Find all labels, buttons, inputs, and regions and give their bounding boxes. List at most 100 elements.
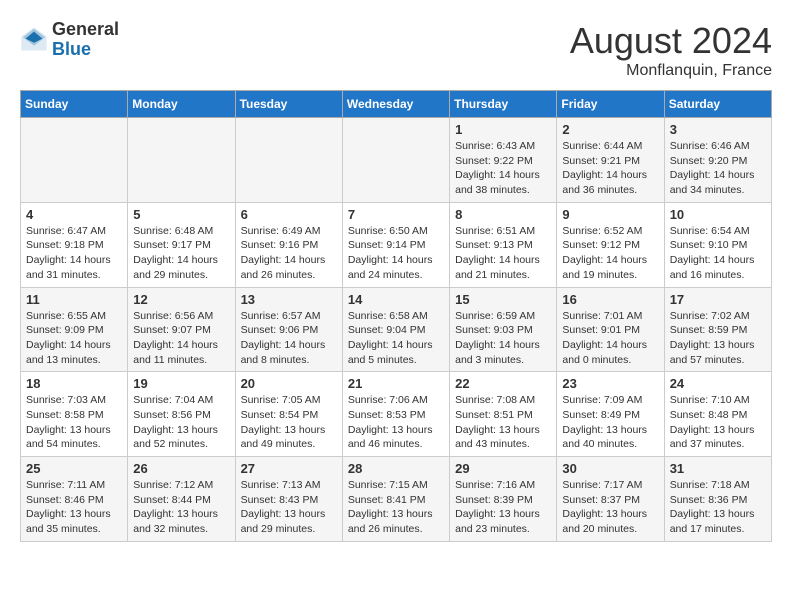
calendar-day-cell: 21 Sunrise: 7:06 AM Sunset: 8:53 PM Dayli… <box>342 372 449 457</box>
calendar-day-cell: 3 Sunrise: 6:46 AM Sunset: 9:20 PM Daylig… <box>664 118 771 203</box>
calendar-day-cell: 10 Sunrise: 6:54 AM Sunset: 9:10 PM Dayli… <box>664 202 771 287</box>
calendar-day-cell <box>342 118 449 203</box>
day-detail: Sunrise: 7:15 AM Sunset: 8:41 PM Dayligh… <box>348 478 444 537</box>
day-detail: Sunrise: 6:56 AM Sunset: 9:07 PM Dayligh… <box>133 309 229 368</box>
day-number: 31 <box>670 461 766 476</box>
calendar-table: Sunday Monday Tuesday Wednesday Thursday… <box>20 90 772 542</box>
header-wednesday: Wednesday <box>342 91 449 118</box>
day-number: 20 <box>241 376 337 391</box>
header-monday: Monday <box>128 91 235 118</box>
day-number: 21 <box>348 376 444 391</box>
day-detail: Sunrise: 7:05 AM Sunset: 8:54 PM Dayligh… <box>241 393 337 452</box>
calendar-week-row: 11Sunrise: 6:55 AM Sunset: 9:09 PM Dayli… <box>21 287 772 372</box>
day-number: 25 <box>26 461 122 476</box>
header-tuesday: Tuesday <box>235 91 342 118</box>
calendar-day-cell <box>128 118 235 203</box>
day-number: 22 <box>455 376 551 391</box>
day-detail: Sunrise: 7:10 AM Sunset: 8:48 PM Dayligh… <box>670 393 766 452</box>
day-detail: Sunrise: 6:57 AM Sunset: 9:06 PM Dayligh… <box>241 309 337 368</box>
day-detail: Sunrise: 7:02 AM Sunset: 8:59 PM Dayligh… <box>670 309 766 368</box>
calendar-day-cell: 19 Sunrise: 7:04 AM Sunset: 8:56 PM Dayli… <box>128 372 235 457</box>
day-detail: Sunrise: 7:18 AM Sunset: 8:36 PM Dayligh… <box>670 478 766 537</box>
day-detail: Sunrise: 6:51 AM Sunset: 9:13 PM Dayligh… <box>455 224 551 283</box>
calendar-day-cell <box>21 118 128 203</box>
calendar-day-cell: 26Sunrise: 7:12 AM Sunset: 8:44 PM Dayli… <box>128 457 235 542</box>
header-sunday: Sunday <box>21 91 128 118</box>
day-number: 1 <box>455 122 551 137</box>
logo-blue-text: Blue <box>52 40 119 60</box>
calendar-day-cell: 2 Sunrise: 6:44 AM Sunset: 9:21 PM Daylig… <box>557 118 664 203</box>
logo-general-text: General <box>52 20 119 40</box>
day-number: 13 <box>241 292 337 307</box>
day-detail: Sunrise: 6:50 AM Sunset: 9:14 PM Dayligh… <box>348 224 444 283</box>
day-number: 15 <box>455 292 551 307</box>
calendar-day-cell: 4 Sunrise: 6:47 AM Sunset: 9:18 PM Daylig… <box>21 202 128 287</box>
day-detail: Sunrise: 6:49 AM Sunset: 9:16 PM Dayligh… <box>241 224 337 283</box>
calendar-day-cell: 18 Sunrise: 7:03 AM Sunset: 8:58 PM Dayli… <box>21 372 128 457</box>
calendar-day-cell: 6 Sunrise: 6:49 AM Sunset: 9:16 PM Daylig… <box>235 202 342 287</box>
calendar-body: 1 Sunrise: 6:43 AM Sunset: 9:22 PM Daylig… <box>21 118 772 542</box>
day-number: 10 <box>670 207 766 222</box>
day-number: 9 <box>562 207 658 222</box>
weekday-header-row: Sunday Monday Tuesday Wednesday Thursday… <box>21 91 772 118</box>
header-thursday: Thursday <box>450 91 557 118</box>
day-number: 3 <box>670 122 766 137</box>
day-detail: Sunrise: 7:11 AM Sunset: 8:46 PM Dayligh… <box>26 478 122 537</box>
day-number: 4 <box>26 207 122 222</box>
calendar-day-cell: 29 Sunrise: 7:16 AM Sunset: 8:39 PM Dayli… <box>450 457 557 542</box>
day-number: 16 <box>562 292 658 307</box>
day-number: 18 <box>26 376 122 391</box>
header-saturday: Saturday <box>664 91 771 118</box>
calendar-day-cell: 24 Sunrise: 7:10 AM Sunset: 8:48 PM Dayli… <box>664 372 771 457</box>
calendar-day-cell: 12Sunrise: 6:56 AM Sunset: 9:07 PM Dayli… <box>128 287 235 372</box>
day-detail: Sunrise: 6:48 AM Sunset: 9:17 PM Dayligh… <box>133 224 229 283</box>
calendar-day-cell: 16 Sunrise: 7:01 AM Sunset: 9:01 PM Dayli… <box>557 287 664 372</box>
calendar-day-cell: 9Sunrise: 6:52 AM Sunset: 9:12 PM Daylig… <box>557 202 664 287</box>
calendar-header: Sunday Monday Tuesday Wednesday Thursday… <box>21 91 772 118</box>
day-detail: Sunrise: 7:13 AM Sunset: 8:43 PM Dayligh… <box>241 478 337 537</box>
calendar-day-cell: 22Sunrise: 7:08 AM Sunset: 8:51 PM Dayli… <box>450 372 557 457</box>
logo: General Blue <box>20 20 119 60</box>
day-detail: Sunrise: 6:54 AM Sunset: 9:10 PM Dayligh… <box>670 224 766 283</box>
logo-icon <box>20 26 48 54</box>
day-number: 6 <box>241 207 337 222</box>
day-number: 2 <box>562 122 658 137</box>
calendar-week-row: 18 Sunrise: 7:03 AM Sunset: 8:58 PM Dayli… <box>21 372 772 457</box>
day-detail: Sunrise: 6:43 AM Sunset: 9:22 PM Dayligh… <box>455 139 551 198</box>
day-number: 5 <box>133 207 229 222</box>
calendar-day-cell: 11Sunrise: 6:55 AM Sunset: 9:09 PM Dayli… <box>21 287 128 372</box>
calendar-day-cell: 1 Sunrise: 6:43 AM Sunset: 9:22 PM Daylig… <box>450 118 557 203</box>
day-number: 29 <box>455 461 551 476</box>
calendar-day-cell: 30Sunrise: 7:17 AM Sunset: 8:37 PM Dayli… <box>557 457 664 542</box>
day-detail: Sunrise: 7:04 AM Sunset: 8:56 PM Dayligh… <box>133 393 229 452</box>
calendar-week-row: 25 Sunrise: 7:11 AM Sunset: 8:46 PM Dayli… <box>21 457 772 542</box>
month-year-title: August 2024 <box>570 20 772 62</box>
day-number: 8 <box>455 207 551 222</box>
page-header: General Blue August 2024 Monflanquin, Fr… <box>20 20 772 80</box>
day-number: 17 <box>670 292 766 307</box>
day-detail: Sunrise: 7:01 AM Sunset: 9:01 PM Dayligh… <box>562 309 658 368</box>
calendar-day-cell: 17 Sunrise: 7:02 AM Sunset: 8:59 PM Dayli… <box>664 287 771 372</box>
day-number: 26 <box>133 461 229 476</box>
day-number: 19 <box>133 376 229 391</box>
day-detail: Sunrise: 6:47 AM Sunset: 9:18 PM Dayligh… <box>26 224 122 283</box>
day-detail: Sunrise: 7:03 AM Sunset: 8:58 PM Dayligh… <box>26 393 122 452</box>
day-number: 24 <box>670 376 766 391</box>
day-detail: Sunrise: 7:16 AM Sunset: 8:39 PM Dayligh… <box>455 478 551 537</box>
calendar-day-cell <box>235 118 342 203</box>
calendar-day-cell: 7Sunrise: 6:50 AM Sunset: 9:14 PM Daylig… <box>342 202 449 287</box>
day-detail: Sunrise: 6:44 AM Sunset: 9:21 PM Dayligh… <box>562 139 658 198</box>
calendar-week-row: 1 Sunrise: 6:43 AM Sunset: 9:22 PM Daylig… <box>21 118 772 203</box>
calendar-day-cell: 27Sunrise: 7:13 AM Sunset: 8:43 PM Dayli… <box>235 457 342 542</box>
calendar-day-cell: 20 Sunrise: 7:05 AM Sunset: 8:54 PM Dayli… <box>235 372 342 457</box>
day-detail: Sunrise: 7:09 AM Sunset: 8:49 PM Dayligh… <box>562 393 658 452</box>
day-detail: Sunrise: 6:59 AM Sunset: 9:03 PM Dayligh… <box>455 309 551 368</box>
day-detail: Sunrise: 6:46 AM Sunset: 9:20 PM Dayligh… <box>670 139 766 198</box>
calendar-day-cell: 23 Sunrise: 7:09 AM Sunset: 8:49 PM Dayli… <box>557 372 664 457</box>
day-detail: Sunrise: 7:06 AM Sunset: 8:53 PM Dayligh… <box>348 393 444 452</box>
logo-text: General Blue <box>52 20 119 60</box>
day-number: 30 <box>562 461 658 476</box>
calendar-week-row: 4 Sunrise: 6:47 AM Sunset: 9:18 PM Daylig… <box>21 202 772 287</box>
calendar-day-cell: 5 Sunrise: 6:48 AM Sunset: 9:17 PM Daylig… <box>128 202 235 287</box>
day-number: 23 <box>562 376 658 391</box>
